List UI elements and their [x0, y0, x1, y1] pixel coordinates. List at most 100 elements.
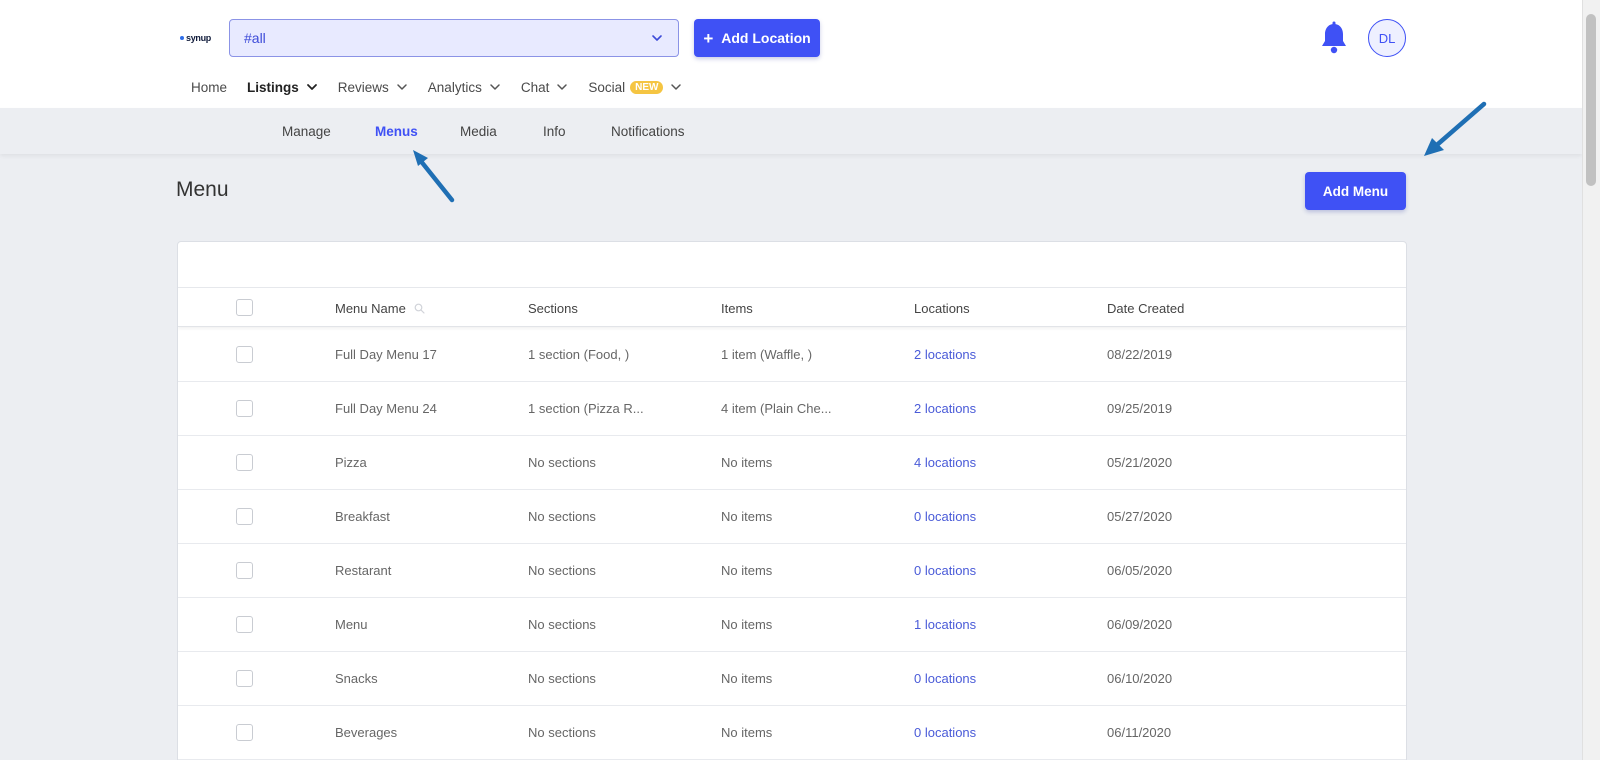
- column-menu-name[interactable]: Menu Name: [335, 301, 425, 316]
- search-icon[interactable]: [414, 303, 425, 314]
- chevron-down-icon: [306, 84, 317, 90]
- nav-item-analytics[interactable]: Analytics: [428, 80, 501, 95]
- nav-item-listings[interactable]: Listings: [247, 80, 318, 95]
- main-nav: Home Listings Reviews Analytics Chat Soc…: [191, 78, 702, 96]
- sections-cell: 1 section (Pizza R...: [528, 401, 644, 416]
- row-checkbox[interactable]: [236, 724, 253, 741]
- column-date-created: Date Created: [1107, 301, 1185, 316]
- menu-name-cell[interactable]: Menu: [335, 617, 368, 632]
- row-checkbox[interactable]: [236, 454, 253, 471]
- nav-item-label: Chat: [520, 79, 550, 95]
- tab-media[interactable]: Media: [460, 124, 497, 139]
- table-row[interactable]: Breakfast No sections No items 0 locatio…: [178, 490, 1406, 544]
- column-items: Items: [721, 301, 753, 316]
- items-cell: 1 item (Waffle, ): [721, 347, 813, 362]
- table-row[interactable]: Pizza No sections No items 4 locations 0…: [178, 436, 1406, 490]
- sections-cell: No sections: [528, 455, 596, 470]
- scrollbar-thumb[interactable]: [1586, 14, 1596, 186]
- date-created-cell: 05/27/2020: [1107, 509, 1173, 524]
- table-row[interactable]: Full Day Menu 17 1 section (Food, ) 1 it…: [178, 328, 1406, 382]
- tab-info[interactable]: Info: [543, 124, 566, 139]
- items-cell: No items: [721, 563, 773, 578]
- locations-link[interactable]: 0 locations: [914, 509, 976, 524]
- menu-name-cell[interactable]: Snacks: [335, 671, 378, 686]
- add-menu-label: Add Menu: [1322, 183, 1389, 199]
- locations-link[interactable]: 0 locations: [914, 725, 976, 740]
- table-header: Menu Name Sections Items Locations Date …: [178, 287, 1406, 327]
- sub-nav: Manage Menus Media Info Notifications: [0, 108, 1582, 154]
- items-cell: No items: [721, 509, 773, 524]
- date-created-cell: 06/05/2020: [1107, 563, 1173, 578]
- nav-item-social[interactable]: Social NEW: [588, 80, 682, 95]
- annotation-arrow-icon: [1424, 101, 1487, 156]
- column-sections: Sections: [528, 301, 578, 316]
- nav-item-label: Social: [588, 79, 626, 95]
- location-select[interactable]: #all: [229, 19, 679, 57]
- date-created-cell: 09/25/2019: [1107, 401, 1173, 416]
- nav-item-chat[interactable]: Chat: [521, 80, 569, 95]
- menu-name-cell[interactable]: Restarant: [335, 563, 391, 578]
- table-row[interactable]: Snacks No sections No items 0 locations …: [178, 652, 1406, 706]
- row-checkbox[interactable]: [236, 508, 253, 525]
- nav-item-label: Reviews: [337, 79, 389, 95]
- chevron-down-icon: [652, 35, 662, 41]
- locations-link[interactable]: 0 locations: [914, 563, 976, 578]
- chevron-down-icon: [490, 84, 500, 90]
- row-checkbox[interactable]: [236, 562, 253, 579]
- row-checkbox[interactable]: [236, 400, 253, 417]
- add-location-button[interactable]: + Add Location: [694, 19, 820, 57]
- table-row[interactable]: Beverages No sections No items 0 locatio…: [178, 706, 1406, 760]
- bell-icon[interactable]: [1319, 21, 1349, 55]
- items-cell: No items: [721, 725, 773, 740]
- date-created-cell: 06/11/2020: [1107, 725, 1172, 740]
- table-row[interactable]: Restarant No sections No items 0 locatio…: [178, 544, 1406, 598]
- sections-cell: No sections: [528, 671, 596, 686]
- date-created-cell: 05/21/2020: [1107, 455, 1173, 470]
- menu-name-cell[interactable]: Breakfast: [335, 509, 390, 524]
- date-created-cell: 06/09/2020: [1107, 617, 1173, 632]
- new-badge: NEW: [630, 80, 664, 94]
- plus-icon: +: [703, 28, 714, 48]
- locations-link[interactable]: 2 locations: [914, 347, 976, 362]
- nav-item-reviews[interactable]: Reviews: [338, 80, 408, 95]
- menu-name-cell[interactable]: Pizza: [335, 455, 367, 470]
- location-select-value: #all: [244, 30, 266, 46]
- chevron-down-icon: [557, 84, 568, 90]
- user-avatar[interactable]: DL: [1368, 19, 1406, 57]
- synup-logo[interactable]: synup: [180, 30, 212, 46]
- date-created-cell: 06/10/2020: [1107, 671, 1173, 686]
- top-header: synup #all + Add Location DL Home Listin…: [0, 0, 1582, 108]
- locations-link[interactable]: 2 locations: [914, 401, 976, 416]
- select-all-checkbox[interactable]: [236, 299, 253, 316]
- items-cell: 4 item (Plain Che...: [721, 401, 832, 416]
- table-row[interactable]: Full Day Menu 24 1 section (Pizza R... 4…: [178, 382, 1406, 436]
- locations-link[interactable]: 0 locations: [914, 671, 976, 686]
- row-checkbox[interactable]: [236, 346, 253, 363]
- sections-cell: No sections: [528, 725, 596, 740]
- locations-link[interactable]: 1 locations: [914, 617, 976, 632]
- menus-table: Menu Name Sections Items Locations Date …: [177, 241, 1407, 760]
- chevron-down-icon: [671, 84, 682, 90]
- tab-notifications[interactable]: Notifications: [611, 124, 685, 139]
- tab-manage[interactable]: Manage: [282, 124, 331, 139]
- menu-name-cell[interactable]: Beverages: [335, 725, 397, 740]
- nav-item-label: Listings: [247, 79, 299, 95]
- logo-text: synup: [186, 33, 212, 43]
- items-cell: No items: [721, 617, 773, 632]
- row-checkbox[interactable]: [236, 616, 253, 633]
- logo-mark: [180, 36, 184, 40]
- annotation-arrow-icon: [413, 150, 455, 203]
- nav-item-label: Analytics: [427, 79, 482, 95]
- tab-menus[interactable]: Menus: [375, 124, 418, 139]
- column-locations: Locations: [914, 301, 970, 316]
- menu-name-cell[interactable]: Full Day Menu 24: [335, 401, 437, 416]
- items-cell: No items: [721, 671, 773, 686]
- avatar-initials: DL: [1378, 30, 1396, 46]
- nav-item-home[interactable]: Home: [191, 80, 227, 95]
- sections-cell: No sections: [528, 617, 596, 632]
- add-menu-button[interactable]: Add Menu: [1305, 172, 1406, 210]
- table-row[interactable]: Menu No sections No items 1 locations 06…: [178, 598, 1406, 652]
- menu-name-cell[interactable]: Full Day Menu 17: [335, 347, 437, 362]
- locations-link[interactable]: 4 locations: [914, 455, 976, 470]
- row-checkbox[interactable]: [236, 670, 253, 687]
